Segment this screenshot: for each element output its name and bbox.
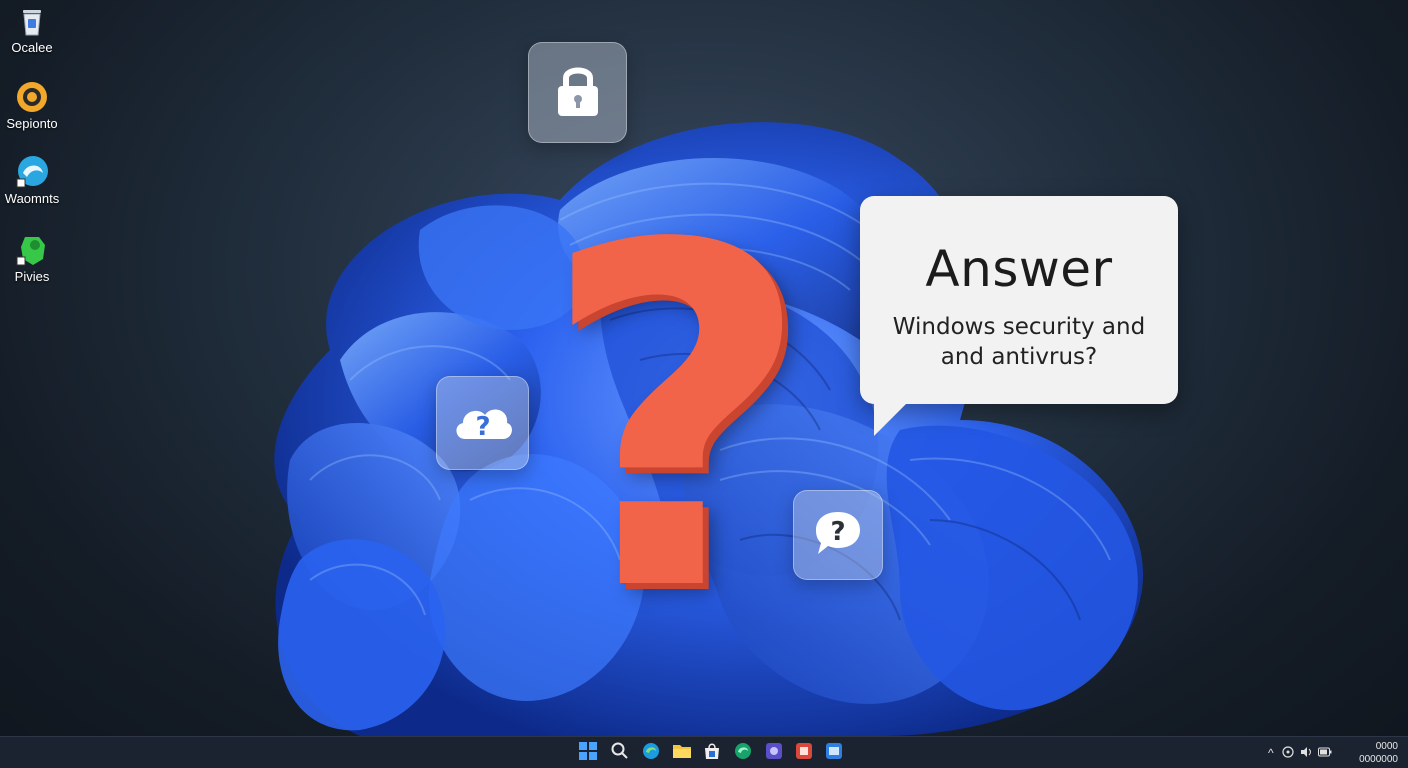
store-icon [703,742,721,765]
desktop-icon-recycle-bin[interactable]: Ocalee [0,4,64,55]
file-explorer-icon [673,743,691,764]
wifi-icon[interactable] [1282,745,1294,761]
clock-time: 0000 [1375,741,1398,752]
start-button[interactable] [576,741,600,765]
chat-question-icon: ? [812,508,864,563]
windows-start-icon [579,741,597,765]
blue-swirl-app-icon [15,155,49,189]
cloud-question-icon: ? [451,399,515,448]
big-question-mark: ? [540,147,813,694]
desktop-icon-label: Pivies [14,269,50,284]
answer-speech-bubble: Answer Windows security and and antivrus… [860,196,1178,436]
desktop-icon-pivies[interactable]: Pivies [0,233,64,284]
taskbar-app-blue-button[interactable] [822,741,846,765]
taskbar-edge-button[interactable] [639,741,663,765]
lock-tile [528,42,627,143]
taskbar-edge-alt-button[interactable] [731,741,755,765]
battery-icon[interactable] [1317,747,1332,760]
desktop-icon-sepionto[interactable]: Sepionto [0,80,64,131]
desktop-icon-label: Ocalee [11,40,53,55]
edge-alt-icon [734,742,752,765]
orange-ring-icon [15,80,49,114]
taskbar-app-red-button[interactable] [792,741,816,765]
taskbar-file-explorer-button[interactable] [670,741,694,765]
bubble-tail [874,402,908,436]
taskbar-app-purple-button[interactable] [762,741,786,765]
search-icon [611,742,629,765]
app-purple-icon [765,742,783,765]
taskbar-search-button[interactable] [608,741,632,765]
taskbar-store-button[interactable] [700,741,724,765]
taskbar: ^ 0000 0000000 [0,736,1408,768]
tray-overflow-chevron[interactable]: ^ [1268,746,1274,760]
desktop: Ocalee Sepionto Waomnts Pivies ? ? ? Ans… [0,0,1408,736]
edge-browser-icon [642,742,660,765]
desktop-icon-label: Sepionto [6,116,58,131]
volume-icon[interactable] [1300,746,1312,761]
app-red-icon [795,742,813,765]
answer-line-2: and antivrus? [940,344,1098,370]
taskbar-clock[interactable]: 0000 0000000 [1359,740,1398,766]
svg-text:?: ? [475,412,490,442]
recycle-bin-icon [15,4,49,38]
cloud-question-tile: ? [436,376,529,470]
desktop-icon-label: Waomnts [4,191,60,206]
svg-text:?: ? [830,517,845,547]
lock-icon [554,62,602,123]
app-blue-icon [825,742,843,765]
answer-line-1: Windows security and [892,314,1146,340]
desktop-icon-waomnts[interactable]: Waomnts [0,155,64,206]
clock-date: 0000000 [1359,754,1398,765]
green-puzzle-app-icon [15,233,49,267]
system-tray: ^ [1268,737,1332,768]
answer-title: Answer [925,240,1113,298]
